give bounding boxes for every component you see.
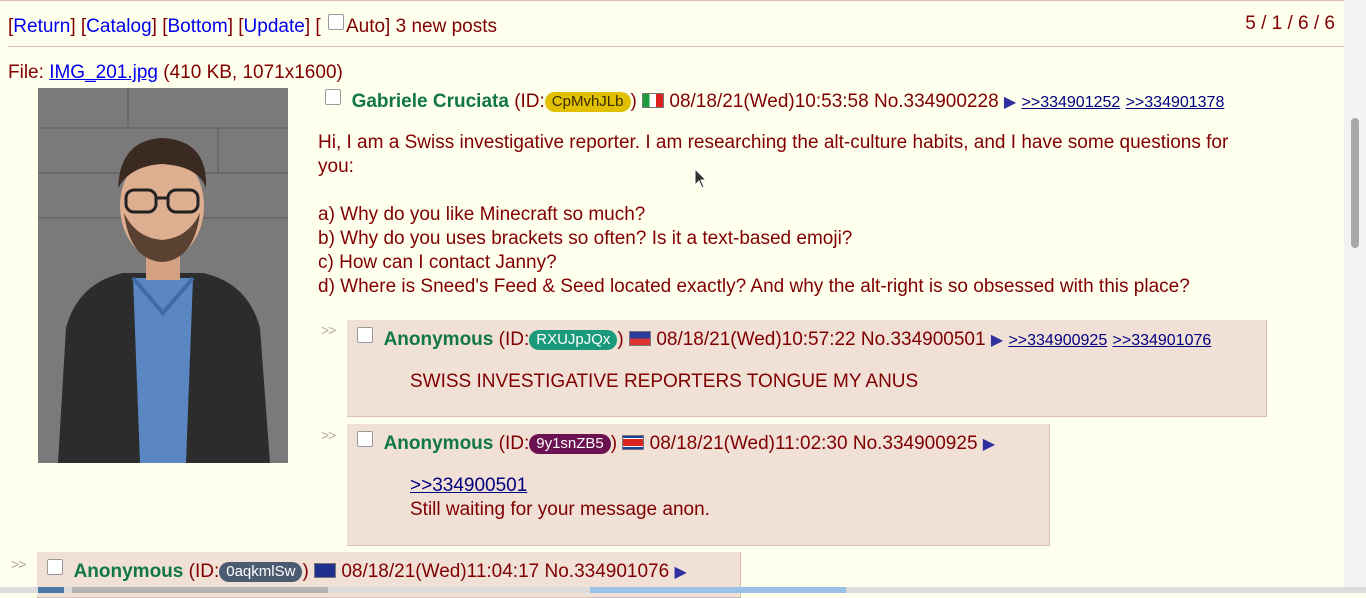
op-message: Hi, I am a Swiss investigative reporter.… bbox=[318, 131, 1298, 299]
bottom-link[interactable]: Bottom bbox=[168, 16, 228, 37]
post-menu-arrow-icon[interactable]: ▶ bbox=[1004, 94, 1016, 111]
region-flag-icon bbox=[629, 331, 652, 346]
reply-poster-name: Anonymous bbox=[383, 433, 494, 454]
thread-stats: 5 / 1 / 6 / 6 bbox=[1245, 13, 1335, 34]
scroll-segment bbox=[72, 587, 328, 593]
reply-side-arrows: >> bbox=[321, 322, 336, 338]
reply-poster-id-badge[interactable]: RXUJpJQx bbox=[529, 330, 618, 350]
op-post-header: Gabriele Cruciata (ID: CpMvhJLb) 08/18/21… bbox=[325, 89, 1224, 113]
op-message-line: c) How can I contact Janny? bbox=[318, 252, 557, 273]
reply-select-checkbox[interactable] bbox=[47, 559, 63, 575]
reply-post: Anonymous (ID: RXUJpJQx) 08/18/21(Wed)10:… bbox=[347, 320, 1267, 417]
reply-header: Anonymous (ID: 0aqkmlSw) 08/18/21(Wed)11:… bbox=[47, 559, 687, 583]
reply-poster-id-badge[interactable]: 0aqkmlSw bbox=[219, 562, 303, 582]
reply-post: Anonymous (ID: 9y1snZB5) 08/18/21(Wed)11:… bbox=[347, 424, 1050, 546]
op-select-checkbox[interactable] bbox=[325, 89, 341, 105]
auto-update-checkbox[interactable] bbox=[327, 14, 344, 30]
horizontal-scrollbar[interactable] bbox=[0, 587, 1366, 593]
reply-header: Anonymous (ID: 9y1snZB5) 08/18/21(Wed)11:… bbox=[357, 431, 995, 455]
auto-update-label: Auto bbox=[345, 16, 386, 37]
reply-poster-name: Anonymous bbox=[73, 561, 184, 582]
portrait-image bbox=[38, 88, 288, 463]
return-link[interactable]: Return bbox=[13, 16, 70, 37]
reply-backlink-1[interactable]: >>334900925 bbox=[1008, 332, 1107, 349]
reply-id-prefix: (ID: bbox=[498, 329, 530, 350]
file-info: File: IMG_201.jpg (410 KB, 1071x1600) bbox=[8, 62, 343, 84]
reply-datetime: 08/18/21(Wed)11:02:30 bbox=[649, 433, 848, 454]
op-backlink-2[interactable]: >>334901378 bbox=[1126, 94, 1225, 111]
post-menu-arrow-icon[interactable]: ▶ bbox=[674, 564, 686, 581]
op-message-line: d) Where is Sneed's Feed & Seed located … bbox=[318, 276, 1190, 297]
reply-id-suffix: ) bbox=[617, 329, 624, 350]
reply-id-prefix: (ID: bbox=[188, 561, 220, 582]
op-message-line: you: bbox=[318, 156, 354, 177]
mouse-cursor-icon bbox=[694, 168, 708, 189]
reply-post-number[interactable]: No.334900501 bbox=[861, 329, 986, 350]
vertical-scrollbar[interactable] bbox=[1344, 0, 1366, 593]
op-post-number[interactable]: No.334900228 bbox=[874, 91, 999, 112]
thread-nav: [Return] [Catalog] [Bottom] [Update] [ A… bbox=[8, 14, 498, 37]
reply-id-suffix: ) bbox=[610, 433, 618, 454]
reply-side-arrows: >> bbox=[321, 427, 336, 443]
op-message-line: Hi, I am a Swiss investigative reporter.… bbox=[318, 132, 1229, 153]
op-id-prefix: (ID: bbox=[514, 91, 545, 112]
post-menu-arrow-icon[interactable]: ▶ bbox=[991, 332, 1003, 349]
op-backlink-1[interactable]: >>334901252 bbox=[1022, 94, 1121, 111]
reply-datetime: 08/18/21(Wed)11:04:17 bbox=[341, 561, 540, 582]
australia-flag-icon bbox=[314, 563, 337, 578]
file-meta: (410 KB, 1071x1600) bbox=[163, 62, 343, 83]
op-message-line bbox=[318, 179, 1298, 203]
scrollbar-thumb[interactable] bbox=[1351, 118, 1359, 248]
new-posts-count: 3 new posts bbox=[395, 16, 498, 37]
op-id-suffix: ) bbox=[630, 91, 637, 112]
reply-id-suffix: ) bbox=[302, 561, 309, 582]
op-datetime: 08/18/21(Wed)10:53:58 bbox=[669, 91, 869, 112]
reply-message: SWISS INVESTIGATIVE REPORTERS TONGUE MY … bbox=[410, 371, 919, 392]
reply-datetime: 08/18/21(Wed)10:57:22 bbox=[656, 329, 856, 350]
top-border bbox=[0, 0, 1344, 1]
quote-link[interactable]: >>334900501 bbox=[410, 474, 710, 498]
scroll-segment bbox=[590, 587, 846, 593]
reply-message-text: Still waiting for your message anon. bbox=[410, 499, 710, 520]
reply-side-arrows: >> bbox=[11, 556, 26, 572]
op-poster-name: Gabriele Cruciata bbox=[351, 91, 509, 112]
reply-post-number[interactable]: No.334900925 bbox=[853, 433, 978, 454]
op-thumbnail-image[interactable] bbox=[38, 88, 288, 463]
reply-header: Anonymous (ID: RXUJpJQx) 08/18/21(Wed)10:… bbox=[357, 327, 1211, 351]
file-link[interactable]: IMG_201.jpg bbox=[49, 62, 158, 83]
post-menu-arrow-icon[interactable]: ▶ bbox=[983, 436, 995, 453]
update-link[interactable]: Update bbox=[244, 16, 305, 37]
reply-post-number[interactable]: No.334901076 bbox=[545, 561, 670, 582]
op-message-line: b) Why do you uses brackets so often? Is… bbox=[318, 228, 853, 249]
file-prefix: File: bbox=[8, 62, 44, 83]
reply-poster-id-badge[interactable]: 9y1snZB5 bbox=[529, 434, 611, 454]
reply-select-checkbox[interactable] bbox=[357, 431, 373, 447]
reply-select-checkbox[interactable] bbox=[357, 327, 373, 343]
divider bbox=[8, 46, 1344, 47]
reply-id-prefix: (ID: bbox=[498, 433, 530, 454]
north-korea-flag-icon bbox=[622, 435, 645, 450]
scroll-segment bbox=[38, 587, 64, 593]
op-message-line: a) Why do you like Minecraft so much? bbox=[318, 204, 646, 225]
reply-poster-name: Anonymous bbox=[383, 329, 494, 350]
reply-message: >>334900501 Still waiting for your messa… bbox=[410, 474, 710, 522]
catalog-link[interactable]: Catalog bbox=[86, 16, 152, 37]
italy-flag-icon bbox=[642, 93, 665, 108]
reply-backlink-2[interactable]: >>334901076 bbox=[1113, 332, 1212, 349]
op-poster-id-badge[interactable]: CpMvhJLb bbox=[544, 92, 631, 112]
